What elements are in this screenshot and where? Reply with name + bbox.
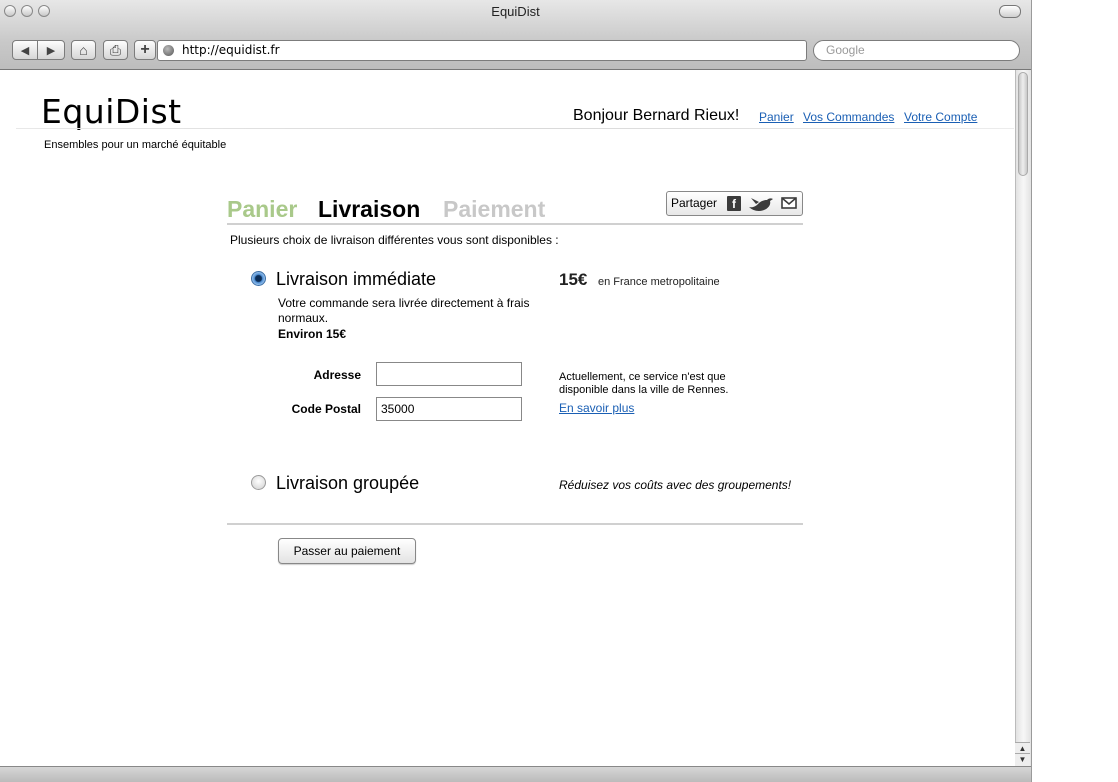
twitter-bird-icon[interactable] xyxy=(747,195,775,212)
forward-button[interactable]: ▶ xyxy=(37,40,65,60)
status-bar xyxy=(0,766,1031,782)
radio-livraison-groupee[interactable] xyxy=(251,475,266,490)
address-label: Adresse xyxy=(313,368,361,382)
option-approx-price: Environ 15€ xyxy=(278,327,347,341)
nav-link-compte[interactable]: Votre Compte xyxy=(904,110,977,124)
scrollbar-thumb[interactable] xyxy=(1018,72,1028,176)
browser-window: EquiDist ◀ ▶ ⌂ ⎙ + http://equidist.fr Go… xyxy=(0,0,1032,782)
share-box: Partager f xyxy=(666,191,803,216)
vertical-scrollbar[interactable] xyxy=(1015,70,1031,766)
delivery-intro: Plusieurs choix de livraison différentes… xyxy=(230,233,559,247)
address-bar-url: http://equidist.fr xyxy=(182,43,280,57)
address-field[interactable] xyxy=(376,362,522,386)
delivery-price-note: en France metropolitaine xyxy=(598,276,720,288)
site-logo[interactable]: EquiDist xyxy=(41,92,182,131)
facebook-icon[interactable]: f xyxy=(727,196,741,211)
scroll-down-arrow-icon[interactable]: ▼ xyxy=(1015,753,1030,766)
back-arrow-icon: ◀ xyxy=(20,44,30,57)
proceed-to-payment-button[interactable]: Passer au paiement xyxy=(278,538,416,564)
mail-icon[interactable] xyxy=(781,197,797,209)
section-divider xyxy=(227,223,803,225)
option-description-immediate: Votre commande sera livrée directement à… xyxy=(278,296,530,325)
postal-code-field[interactable] xyxy=(376,397,522,421)
address-bar[interactable]: http://equidist.fr xyxy=(157,40,807,61)
site-tagline: Ensembles pour un marché équitable xyxy=(44,139,227,151)
browser-toolbar: EquiDist ◀ ▶ ⌂ ⎙ + http://equidist.fr Go… xyxy=(0,0,1031,70)
delivery-price: 15€ xyxy=(559,270,588,289)
search-input[interactable]: Google xyxy=(813,40,1020,61)
toolbar-toggle-button[interactable] xyxy=(999,5,1021,18)
step-livraison: Livraison xyxy=(318,196,421,222)
search-placeholder: Google xyxy=(826,43,865,57)
radio-livraison-immediate[interactable] xyxy=(251,271,266,286)
forward-arrow-icon: ▶ xyxy=(46,44,56,57)
globe-icon xyxy=(163,45,174,56)
nav-link-panier[interactable]: Panier xyxy=(759,110,794,124)
share-label: Partager xyxy=(671,196,718,210)
option-promo-groupee: Réduisez vos coûts avec des groupements! xyxy=(559,478,792,492)
postal-code-label: Code Postal xyxy=(291,402,361,416)
option-title-immediate[interactable]: Livraison immédiate xyxy=(276,269,436,290)
nav-link-commandes[interactable]: Vos Commandes xyxy=(803,110,894,124)
home-icon: ⌂ xyxy=(79,42,88,58)
home-button[interactable]: ⌂ xyxy=(71,40,96,60)
service-notice: Actuellement, ce service n'est que dispo… xyxy=(559,371,729,396)
print-icon: ⎙ xyxy=(109,41,122,58)
window-title: EquiDist xyxy=(491,4,540,19)
user-greeting: Bonjour Bernard Rieux! xyxy=(573,107,740,124)
print-button[interactable]: ⎙ xyxy=(103,40,128,60)
step-paiement: Paiement xyxy=(443,196,546,222)
add-bookmark-button[interactable]: + xyxy=(134,40,156,60)
learn-more-link[interactable]: En savoir plus xyxy=(559,401,634,415)
option-title-groupee[interactable]: Livraison groupée xyxy=(276,473,419,494)
header-divider xyxy=(16,128,1014,129)
plus-icon: + xyxy=(140,41,150,58)
step-panier[interactable]: Panier xyxy=(227,196,297,223)
back-button[interactable]: ◀ xyxy=(12,40,38,60)
section-divider-bottom xyxy=(227,523,803,525)
